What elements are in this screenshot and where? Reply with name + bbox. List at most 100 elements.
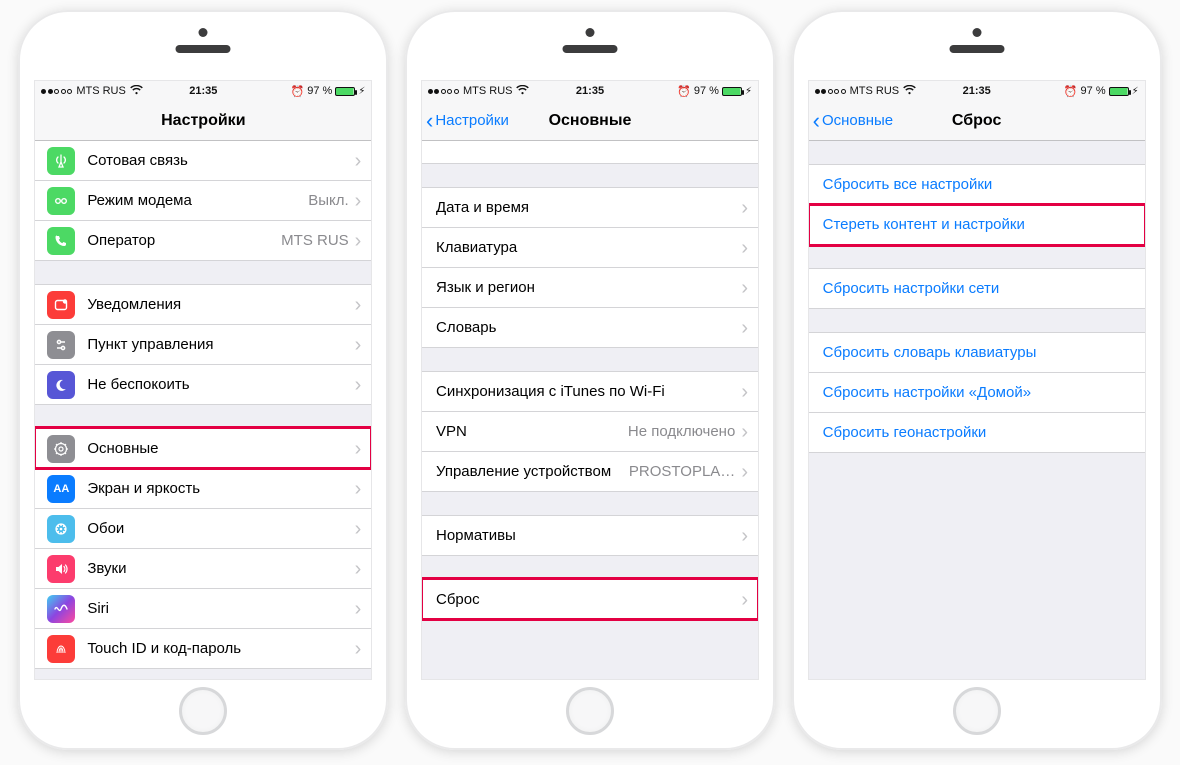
back-label: Основные xyxy=(822,112,893,129)
row-hotspot[interactable]: Режим модема Выкл. › xyxy=(35,180,371,221)
row-dnd[interactable]: Не беспокоить › xyxy=(35,364,371,405)
back-button[interactable]: ‹ Настройки xyxy=(422,110,509,132)
row-siri[interactable]: Siri › xyxy=(35,588,371,629)
page-title: Настройки xyxy=(35,112,371,130)
chevron-left-icon: ‹ xyxy=(813,110,820,132)
row-cellular[interactable]: Сотовая связь › xyxy=(35,141,371,181)
battery-pct: 97 % xyxy=(307,85,332,97)
row-label: Синхронизация с iTunes по Wi-Fi xyxy=(436,383,741,400)
chevron-icon: › xyxy=(355,599,362,619)
home-button[interactable] xyxy=(179,687,227,735)
row-vpn[interactable]: VPN Не подключено › xyxy=(422,411,758,452)
chevron-icon: › xyxy=(741,278,748,298)
row-label: Язык и регион xyxy=(436,279,741,296)
chevron-icon: › xyxy=(741,382,748,402)
row-regulatory[interactable]: Нормативы › xyxy=(422,515,758,556)
fingerprint-icon xyxy=(47,635,75,663)
chevron-icon: › xyxy=(355,335,362,355)
siri-icon xyxy=(47,595,75,623)
row-sounds[interactable]: Звуки › xyxy=(35,548,371,589)
row-detail: PROSTOPLA… xyxy=(629,463,735,480)
screen-1: MTS RUS 21:35 ⏰ 97 % ⚡︎ Настройки xyxy=(34,80,372,680)
moon-icon xyxy=(47,371,75,399)
status-bar: MTS RUS 21:35 ⏰ 97 % ⚡︎ xyxy=(35,81,371,101)
row-label: Нормативы xyxy=(436,527,741,544)
back-button[interactable]: ‹ Основные xyxy=(809,110,894,132)
row-label: Пункт управления xyxy=(87,336,354,353)
row-itunes-wifi[interactable]: Синхронизация с iTunes по Wi-Fi › xyxy=(422,371,758,412)
row-keyboard[interactable]: Клавиатура › xyxy=(422,227,758,268)
carrier-label: MTS RUS xyxy=(850,85,900,97)
row-label: Сбросить настройки «Домой» xyxy=(823,384,1135,401)
row-reset-network[interactable]: Сбросить настройки сети xyxy=(809,268,1145,309)
status-bar: MTS RUS 21:35 ⏰ 97 % ⚡︎ xyxy=(422,81,758,101)
chevron-icon: › xyxy=(355,231,362,251)
wifi-icon xyxy=(130,85,143,98)
row-label: Стереть контент и настройки xyxy=(823,216,1135,233)
row-label: Дата и время xyxy=(436,199,741,216)
wallpaper-icon xyxy=(47,515,75,543)
reset-list[interactable]: Сбросить все настройки Стереть контент и… xyxy=(809,141,1145,679)
screen-3: MTS RUS 21:35 ⏰ 97 % ⚡︎ ‹ Основные Сброс xyxy=(808,80,1146,680)
row-label: Звуки xyxy=(87,560,354,577)
clock: 21:35 xyxy=(576,85,604,97)
row-reset-location[interactable]: Сбросить геонастройки xyxy=(809,412,1145,453)
phone-frame-2: MTS RUS 21:35 ⏰ 97 % ⚡︎ ‹ Настройки Осно… xyxy=(405,10,775,750)
alarm-icon: ⏰ xyxy=(1064,85,1078,98)
back-label: Настройки xyxy=(435,112,509,129)
row-device-mgmt[interactable]: Управление устройством PROSTOPLA… › xyxy=(422,451,758,492)
battery-icon xyxy=(335,87,355,96)
charging-icon: ⚡︎ xyxy=(1132,86,1139,97)
row-label: Сбросить настройки сети xyxy=(823,280,1135,297)
battery-pct: 97 % xyxy=(1081,85,1106,97)
row-reset[interactable]: Сброс › xyxy=(422,579,758,620)
signal-icon xyxy=(428,89,459,94)
chevron-icon: › xyxy=(741,198,748,218)
row-control-center[interactable]: Пункт управления › xyxy=(35,324,371,365)
notifications-icon xyxy=(47,291,75,319)
row-language-region[interactable]: Язык и регион › xyxy=(422,267,758,308)
row-reset-all[interactable]: Сбросить все настройки xyxy=(809,164,1145,205)
row-label: Сбросить все настройки xyxy=(823,176,1135,193)
row-restrictions[interactable]: Ограничения Выкл. › xyxy=(422,141,758,164)
row-carrier[interactable]: Оператор MTS RUS › xyxy=(35,220,371,261)
alarm-icon: ⏰ xyxy=(291,85,305,98)
row-display[interactable]: AA Экран и яркость › xyxy=(35,468,371,509)
home-button[interactable] xyxy=(953,687,1001,735)
status-bar: MTS RUS 21:35 ⏰ 97 % ⚡︎ xyxy=(809,81,1145,101)
chevron-icon: › xyxy=(741,462,748,482)
row-label: Сброс xyxy=(436,591,741,608)
settings-list[interactable]: Сотовая связь › Режим модема Выкл. › Опе… xyxy=(35,141,371,679)
phone-frame-3: MTS RUS 21:35 ⏰ 97 % ⚡︎ ‹ Основные Сброс xyxy=(792,10,1162,750)
row-touchid[interactable]: Touch ID и код-пароль › xyxy=(35,628,371,669)
chevron-icon: › xyxy=(741,590,748,610)
row-label: Экран и яркость xyxy=(87,480,354,497)
row-wallpaper[interactable]: Обои › xyxy=(35,508,371,549)
row-erase-all[interactable]: Стереть контент и настройки xyxy=(809,204,1145,245)
chevron-icon: › xyxy=(741,238,748,258)
row-dictionary[interactable]: Словарь › xyxy=(422,307,758,348)
row-reset-home[interactable]: Сбросить настройки «Домой» xyxy=(809,372,1145,413)
row-label: Режим модема xyxy=(87,192,308,209)
battery-pct: 97 % xyxy=(694,85,719,97)
row-label: Сбросить словарь клавиатуры xyxy=(823,344,1135,361)
clock: 21:35 xyxy=(963,85,991,97)
chevron-icon: › xyxy=(741,526,748,546)
row-date-time[interactable]: Дата и время › xyxy=(422,187,758,228)
display-icon: AA xyxy=(47,475,75,503)
navbar: ‹ Основные Сброс xyxy=(809,101,1145,141)
row-label: Не беспокоить xyxy=(87,376,354,393)
carrier-label: MTS RUS xyxy=(76,85,126,97)
general-list[interactable]: Ограничения Выкл. › Дата и время › Клави… xyxy=(422,141,758,679)
row-reset-keyboard[interactable]: Сбросить словарь клавиатуры xyxy=(809,332,1145,373)
chevron-icon: › xyxy=(355,639,362,659)
row-general[interactable]: Основные › xyxy=(35,428,371,469)
wifi-icon xyxy=(903,85,916,98)
chevron-icon: › xyxy=(355,519,362,539)
row-label: Основные xyxy=(87,440,354,457)
row-notifications[interactable]: Уведомления › xyxy=(35,284,371,325)
chevron-icon: › xyxy=(355,295,362,315)
row-label: VPN xyxy=(436,423,628,440)
home-button[interactable] xyxy=(566,687,614,735)
cellular-icon xyxy=(47,147,75,175)
